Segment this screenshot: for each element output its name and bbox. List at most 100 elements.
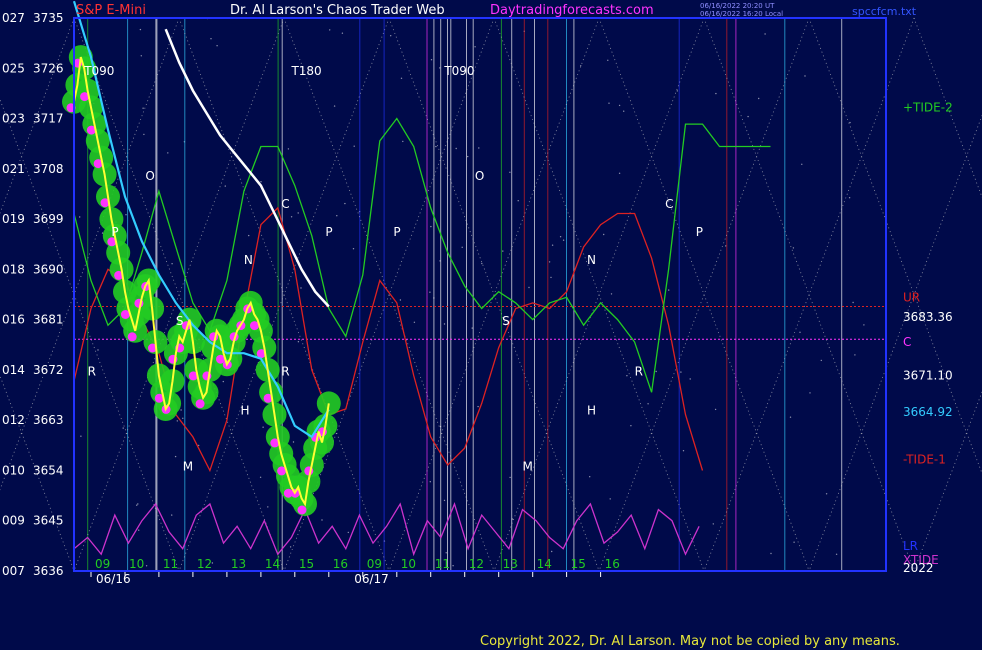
star-dot [603,233,605,236]
star-dot [801,163,803,165]
x-tick-label: 14 [537,557,552,571]
star-dot [139,28,142,31]
y-tick-price-label: 3726 [33,61,64,75]
star-dot [140,55,142,57]
star-dot [171,514,173,516]
turn-label: C [281,197,289,211]
star-dot [198,444,200,447]
star-dot [478,147,480,149]
star-dot [267,506,269,508]
y-tick-price-label: 3645 [33,514,64,528]
y-tick-price-label: 3681 [33,313,64,327]
star-dot [676,90,678,92]
y-tick-price-label: 3717 [33,112,64,126]
x-tick-label: 16 [333,557,348,571]
right-axis-label: 3671.10 [903,368,953,382]
star-dot [180,409,182,411]
star-dot [474,46,476,48]
star-dot [609,498,611,500]
star-dot [548,261,551,263]
star-dot [80,435,82,437]
star-dot [551,550,553,553]
x-tick-label: 09 [367,557,382,571]
y-tick-left-label: 012 [2,413,25,427]
data-file-name: spccfcm.txt [852,5,917,18]
star-dot [793,541,795,543]
x-date-label: 06/17 [354,572,389,586]
star-dot [630,425,632,427]
star-dot [297,212,299,214]
star-dot [413,321,416,323]
star-dot [97,349,99,351]
star-dot [142,107,144,109]
x-tick-label: 16 [605,557,620,571]
turn-label: P [696,225,703,239]
price-marker-point [297,505,307,515]
star-dot [430,59,433,61]
star-dot [792,247,795,249]
y-tick-price-label: 3690 [33,262,64,276]
star-dot [712,523,714,525]
turn-label: P [325,225,332,239]
site-link[interactable]: Daytradingforecasts.com [490,3,654,18]
star-dot [725,245,727,247]
star-dot [682,450,685,452]
star-dot [509,171,511,173]
page-title: Dr. Al Larson's Chaos Trader Web [230,3,445,18]
star-dot [224,185,226,187]
chart-background [0,0,982,650]
star-dot [137,503,139,505]
star-dot [854,354,856,356]
turn-label: R [635,364,643,378]
star-dot [248,234,250,237]
right-axis-label: LR [903,539,918,553]
right-axis-label: C [903,335,911,349]
star-dot [333,105,336,107]
star-dot [668,289,670,291]
star-dot [143,133,145,136]
star-dot [429,481,431,483]
y-tick-left-label: 023 [2,112,25,126]
star-dot [820,359,822,362]
star-dot [680,371,682,373]
turn-label: N [587,253,596,267]
turn-label: P [111,225,118,239]
star-dot [848,197,851,199]
turn-label: P [393,225,400,239]
star-dot [471,327,473,329]
star-dot [443,499,446,502]
star-dot [136,504,138,506]
x-tick-label: 10 [401,557,416,571]
star-dot [145,565,148,567]
star-dot [618,104,621,107]
star-dot [262,426,264,428]
star-dot [430,225,432,228]
star-dot [290,216,293,218]
x-tick-label: 15 [571,557,586,571]
y-tick-left-label: 014 [2,363,25,377]
star-dot [399,299,402,301]
star-dot [321,519,323,521]
star-dot [138,529,140,531]
star-dot [528,286,530,289]
star-dot [400,77,403,80]
star-dot [344,202,346,205]
star-dot [260,181,262,183]
y-tick-left-label: 027 [2,11,25,25]
star-dot [455,147,457,150]
star-dot [580,65,582,67]
y-tick-price-label: 3699 [33,212,64,226]
copyright: Copyright 2022, Dr. Al Larson. May not b… [480,634,900,649]
turn-label: O [475,169,484,183]
turn-label: S [176,314,184,328]
y-tick-left-label: 021 [2,162,25,176]
star-dot [509,476,511,479]
turn-label: S [502,314,510,328]
star-dot [122,427,124,429]
star-dot [825,493,828,495]
turn-label: H [587,404,596,418]
turn-label: R [281,364,289,378]
star-dot [747,115,749,118]
star-dot [292,441,295,443]
star-dot [435,145,437,148]
